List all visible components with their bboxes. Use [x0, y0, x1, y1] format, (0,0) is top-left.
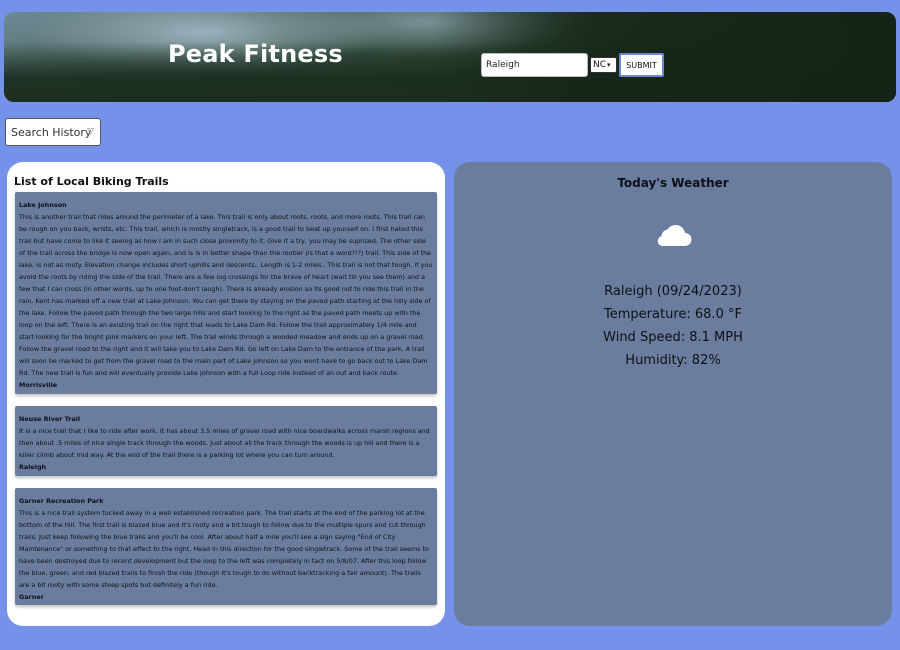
state-select[interactable]: NC ▾ [590, 57, 617, 73]
trails-title: List of Local Biking Trails [14, 175, 169, 188]
search-history-label: Search History [11, 125, 92, 139]
trail-name: Lake Johnson [19, 201, 67, 209]
trail-card: Garner Recreation Park This is a nice tr… [15, 488, 437, 605]
city-search-input[interactable] [481, 53, 588, 77]
trail-card: Neuse River Trail It is a nice trail tha… [15, 406, 437, 476]
search-history-button[interactable]: Search History ▽ [5, 118, 101, 146]
chevron-down-icon: ▾ [607, 61, 611, 69]
weather-title: Today's Weather [617, 176, 729, 190]
trail-city: Morrisville [19, 381, 58, 389]
trail-card: Lake Johnson This is another trail that … [15, 192, 437, 394]
weather-wind-speed: Wind Speed: 8.1 MPH [603, 330, 743, 345]
dropdown-triangle-icon: ▽ [87, 127, 94, 137]
brand-title: Peak Fitness [168, 40, 343, 68]
trails-panel: List of Local Biking Trails Lake Johnson… [7, 162, 445, 626]
state-select-value: NC [593, 60, 607, 70]
weather-city-date: Raleigh (09/24/2023) [604, 284, 742, 299]
header-banner [4, 12, 896, 102]
cloud-icon [657, 224, 692, 246]
trail-name: Neuse River Trail [19, 415, 81, 423]
weather-humidity: Humidity: 82% [625, 353, 721, 368]
submit-button[interactable]: SUBMIT [619, 53, 664, 77]
trail-description: This is another trail that rides around … [19, 213, 433, 377]
trail-description: This is a nice trail system tucked away … [19, 509, 429, 589]
trail-city: Raleigh [19, 463, 47, 471]
weather-temperature: Temperature: 68.0 °F [604, 307, 742, 322]
trail-name: Garner Recreation Park [19, 497, 104, 505]
trail-city: Garner [19, 593, 44, 601]
trail-description: It is a nice trail that I like to ride a… [19, 427, 430, 459]
weather-panel: Today's Weather Raleigh (09/24/2023) Tem… [454, 162, 892, 626]
